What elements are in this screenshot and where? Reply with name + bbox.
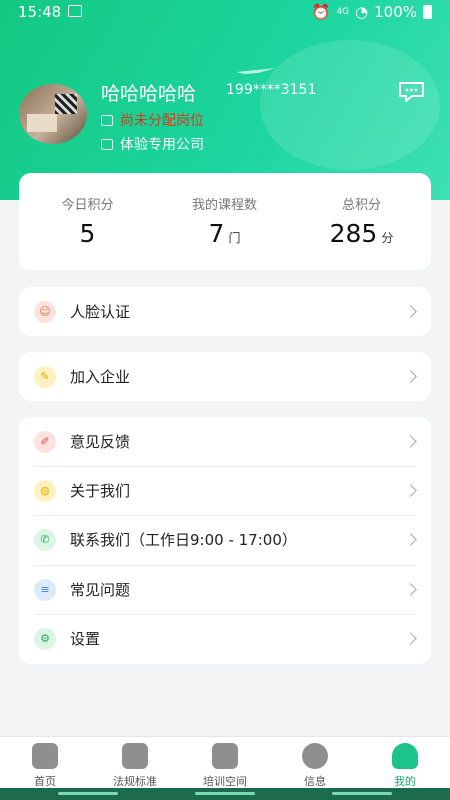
shield-star-icon (122, 743, 148, 769)
menu-join-company[interactable]: ✎ 加入企业 (19, 352, 431, 401)
menu-contact[interactable]: ✆ 联系我们（工作日9:00 - 17:00） (19, 515, 431, 564)
header-decoration (260, 40, 440, 170)
bookmark-icon (212, 743, 238, 769)
menu-about[interactable]: ◍ 关于我们 (19, 466, 431, 515)
wifi-icon: ◔ (355, 3, 369, 21)
gear-icon: ⚙ (34, 627, 56, 650)
message-icon[interactable] (398, 81, 425, 103)
globe-icon: ◍ (34, 479, 56, 502)
chevron-right-icon (404, 370, 417, 383)
bottom-nav: 首页 法规标准 培训空间 信息 我的 (0, 736, 450, 788)
status-time: 15:48 (18, 3, 62, 21)
avatar[interactable] (19, 84, 87, 144)
stats-card: 今日积分 5 我的课程数 7门 总积分 285 分 (19, 173, 431, 270)
home-icon (32, 743, 58, 769)
chevron-right-icon (404, 484, 417, 497)
battery-percent: 100% (374, 3, 417, 21)
join-company-card: ✎ 加入企业 (19, 352, 431, 401)
stat-total-points[interactable]: 总积分 285 分 (293, 173, 430, 248)
alarm-icon: ⏰ (311, 3, 331, 21)
user-position: 尚未分配岗位 (120, 113, 204, 129)
chevron-right-icon (404, 533, 417, 546)
face-auth-card: ☺ 人脸认证 (19, 287, 431, 336)
user-icon (392, 743, 418, 769)
system-nav-bar (0, 788, 450, 800)
nav-training[interactable]: 培训空间 (180, 743, 270, 789)
settings-menu-card: ✐ 意见反馈 ◍ 关于我们 ✆ 联系我们（工作日9:00 - 17:00） ≡ … (19, 417, 431, 664)
user-company: 体验专用公司 (120, 137, 204, 153)
stat-course-count[interactable]: 我的课程数 7门 (156, 173, 293, 248)
stat-today-points[interactable]: 今日积分 5 (19, 173, 156, 248)
chevron-right-icon (404, 583, 417, 596)
user-phone: 199****3151 (226, 82, 317, 98)
battery-icon (423, 5, 432, 19)
menu-faq[interactable]: ≡ 常见问题 (19, 565, 431, 614)
edit-icon: ✐ (34, 430, 56, 453)
network-label: 4G (336, 7, 350, 17)
compass-icon (302, 743, 328, 769)
status-bar: 15:48 ⏰ 4G ◔ 100% (0, 0, 450, 24)
menu-feedback[interactable]: ✐ 意见反馈 (19, 417, 431, 466)
phone-icon: ✆ (34, 528, 56, 551)
pin-icon: ✎ (34, 365, 56, 388)
nav-mine[interactable]: 我的 (360, 743, 450, 789)
nav-messages[interactable]: 信息 (270, 743, 360, 789)
chevron-right-icon (404, 632, 417, 645)
menu-face-auth[interactable]: ☺ 人脸认证 (19, 287, 431, 336)
chevron-right-icon (404, 305, 417, 318)
chevron-right-icon (404, 435, 417, 448)
nav-regulations[interactable]: 法规标准 (90, 743, 180, 789)
image-icon (101, 114, 113, 126)
gallery-icon (68, 5, 82, 17)
plane-decoration (236, 68, 276, 74)
document-icon: ≡ (34, 578, 56, 601)
nav-home[interactable]: 首页 (0, 743, 90, 789)
menu-settings[interactable]: ⚙ 设置 (19, 614, 431, 663)
user-name: 哈哈哈哈哈 (101, 83, 197, 105)
building-icon (101, 138, 113, 150)
face-icon: ☺ (34, 300, 56, 323)
